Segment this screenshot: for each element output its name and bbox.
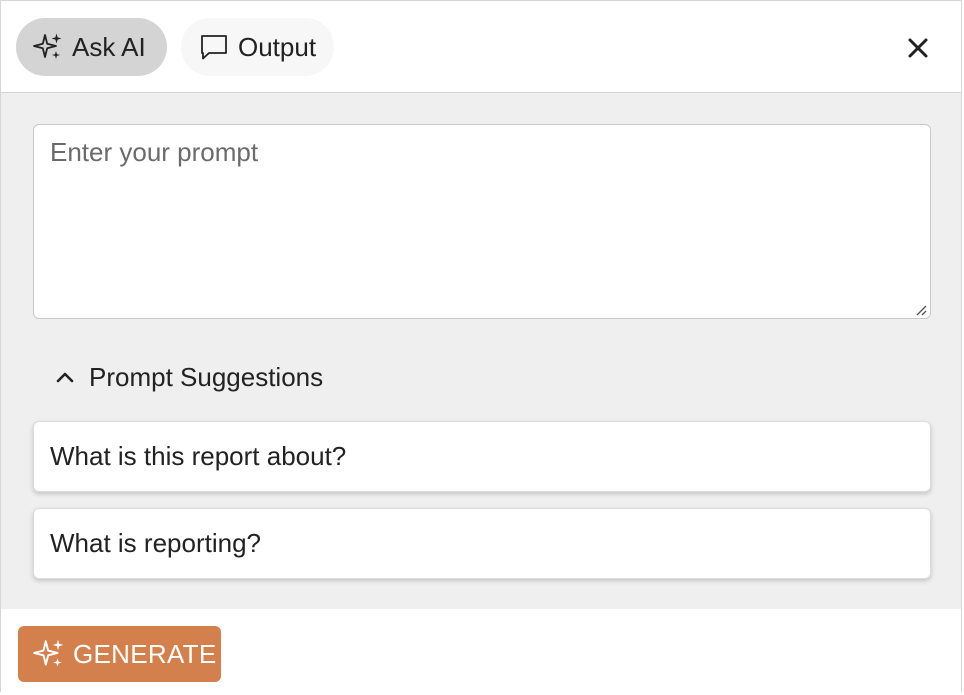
panel-body: Prompt Suggestions What is this report a… [1,93,961,609]
sparkles-icon [32,637,66,671]
generate-button[interactable]: GENERATE [18,626,221,682]
generate-button-label: GENERATE [73,638,217,669]
suggestion-item[interactable]: What is reporting? [33,508,931,579]
prompt-suggestions-label: Prompt Suggestions [89,361,324,392]
tab-output-label: Output [238,31,317,62]
chat-bubble-icon [198,31,230,63]
panel-header: Ask AI Output [1,1,961,93]
chevron-up-icon [51,363,79,391]
prompt-input[interactable] [33,124,931,319]
panel-footer: GENERATE [1,609,961,695]
resize-handle-icon[interactable] [914,304,928,316]
close-button[interactable] [901,31,935,65]
suggestion-item[interactable]: What is this report about? [33,421,931,492]
close-icon [908,38,928,58]
prompt-suggestions-toggle[interactable]: Prompt Suggestions [51,359,323,395]
tab-output[interactable]: Output [181,18,334,76]
suggestion-label: What is this report about? [50,441,347,471]
suggestion-label: What is reporting? [50,528,261,558]
sparkles-icon [32,31,64,63]
tab-ask-ai[interactable]: Ask AI [16,18,167,76]
tab-ask-ai-label: Ask AI [72,31,146,62]
ai-panel: Ask AI Output Pro [0,0,962,695]
